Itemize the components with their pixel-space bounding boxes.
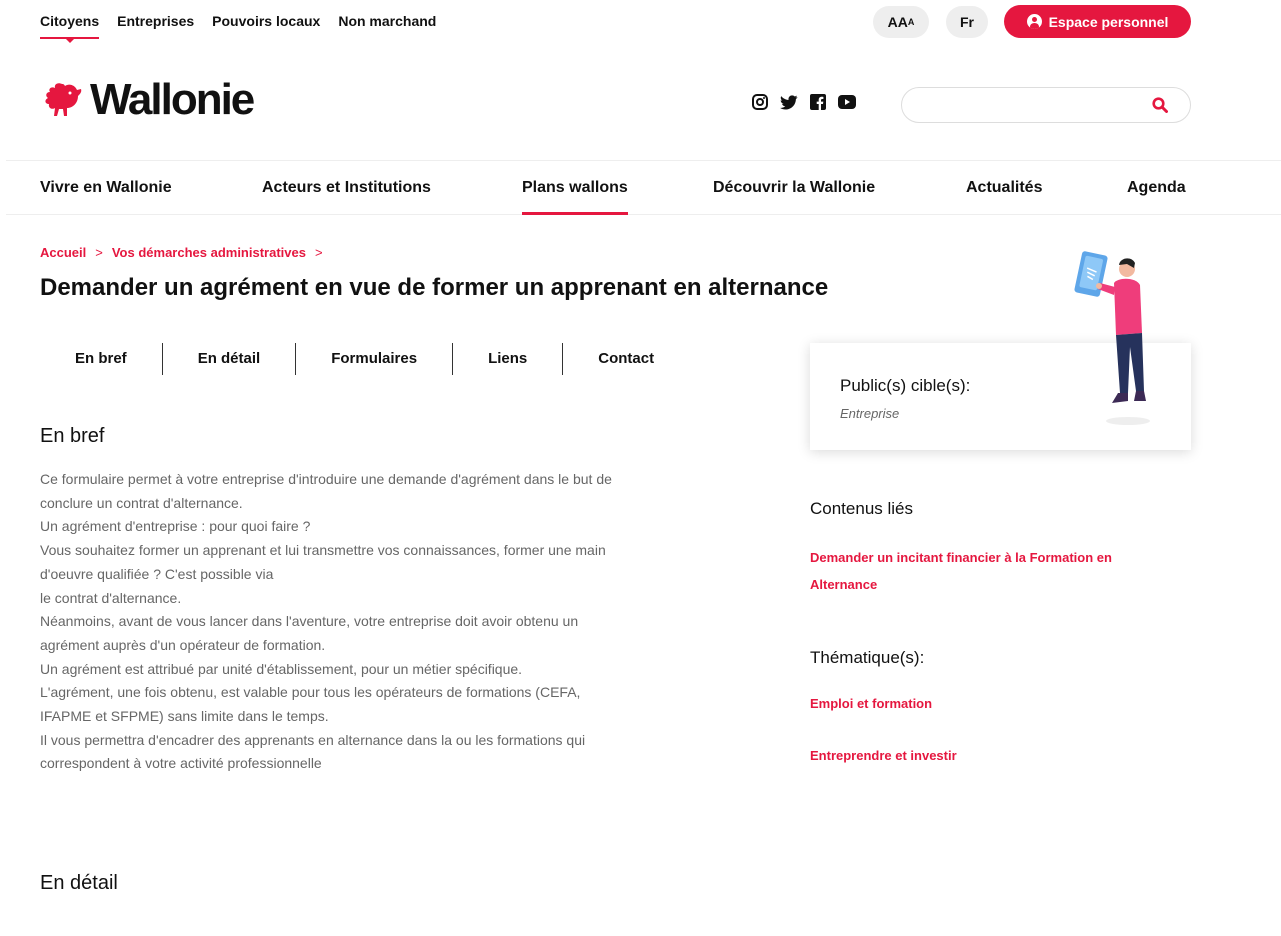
user-icon	[1026, 14, 1042, 29]
paragraph-line: IFAPME et SFPME) sans limite dans le tem…	[40, 708, 329, 725]
tab-en-bref[interactable]: En bref	[40, 343, 163, 375]
espace-personnel-button[interactable]: Espace personnel	[1004, 5, 1191, 38]
breadcrumb-accueil[interactable]: Accueil	[40, 245, 86, 260]
page-title: Demander un agrément en vue de former un…	[40, 274, 829, 301]
public-cible-value: Entreprise	[840, 406, 900, 421]
search-icon[interactable]	[1152, 97, 1168, 118]
en-bref-text: Ce formulaire permet à votre entreprise …	[40, 468, 720, 776]
section-title-en-detail: En détail	[40, 872, 118, 894]
public-cible-title: Public(s) cible(s):	[840, 376, 971, 395]
paragraph-line: agrément auprès d'un opérateur de format…	[40, 636, 326, 653]
facebook-icon[interactable]	[809, 93, 827, 111]
nav-actualites[interactable]: Actualités	[966, 179, 1042, 197]
paragraph-line: le contrat d'alternance.	[40, 589, 182, 606]
search-input[interactable]	[918, 88, 1148, 122]
contenus-lies-title: Contenus liés	[810, 499, 914, 518]
language-button[interactable]: Fr	[946, 6, 988, 38]
audience-entreprises[interactable]: Entreprises	[117, 13, 194, 29]
content-tabs: En bref En détail Formulaires Liens Cont…	[40, 343, 689, 375]
paragraph-line: Ce formulaire permet à votre entreprise …	[40, 471, 612, 487]
paragraph-line: Un agrément est attribué par unité d'éta…	[40, 660, 523, 677]
social-links	[751, 93, 856, 111]
audience-nav: Citoyens Entreprises Pouvoirs locaux Non…	[40, 13, 436, 43]
nav-acteurs-et-institutions[interactable]: Acteurs et Institutions	[262, 179, 431, 197]
paragraph-line: Vous souhaitez former un apprenant et lu…	[40, 542, 606, 559]
nav-agenda[interactable]: Agenda	[1127, 179, 1186, 197]
font-size-button[interactable]: AA A	[873, 6, 929, 38]
paragraph-line: conclure un contrat d'alternance.	[40, 494, 243, 511]
font-size-small: A	[907, 17, 915, 27]
twitter-icon[interactable]	[780, 93, 798, 111]
espace-personnel-label: Espace personnel	[1048, 13, 1169, 30]
breadcrumb-demarches[interactable]: Vos démarches administratives	[112, 245, 306, 260]
nav-vivre-en-wallonie[interactable]: Vivre en Wallonie	[40, 179, 172, 197]
audience-pouvoirs-locaux[interactable]: Pouvoirs locaux	[212, 13, 320, 29]
paragraph-line: d'oeuvre qualifiée ? C'est possible via	[40, 565, 274, 582]
rooster-icon	[45, 83, 82, 116]
paragraph-line: Néanmoins, avant de vous lancer dans l'a…	[40, 613, 579, 630]
section-title-en-bref: En bref	[40, 425, 105, 447]
top-bar: Citoyens Entreprises Pouvoirs locaux Non…	[0, 0, 1281, 44]
breadcrumb: Accueil > Vos démarches administratives …	[40, 245, 323, 260]
contenu-lie-link[interactable]: Demander un incitant financier à la Form…	[810, 544, 1180, 598]
audience-non-marchand[interactable]: Non marchand	[338, 13, 436, 29]
thematique-link-emploi[interactable]: Emploi et formation	[810, 690, 1180, 717]
youtube-icon[interactable]	[838, 93, 856, 111]
tab-en-detail[interactable]: En détail	[163, 343, 297, 375]
search-box	[901, 87, 1191, 123]
paragraph-line: Un agrément d'entreprise : pour quoi fai…	[40, 518, 311, 535]
nav-plans-wallons[interactable]: Plans wallons	[522, 179, 628, 215]
paragraph-line: L'agrément, une fois obtenu, est valable…	[40, 684, 581, 701]
paragraph-line: correspondent à votre activité professio…	[40, 755, 322, 772]
tab-liens[interactable]: Liens	[453, 343, 564, 375]
thematique-link-entreprendre[interactable]: Entreprendre et investir	[810, 742, 1180, 769]
nav-decouvrir-la-wallonie[interactable]: Découvrir la Wallonie	[713, 179, 875, 197]
paragraph-line: Il vous permettra d'encadrer des apprena…	[40, 731, 586, 748]
breadcrumb-separator: >	[95, 245, 103, 260]
font-size-label: AA	[887, 14, 908, 30]
audience-citoyens[interactable]: Citoyens	[40, 13, 100, 43]
logo-text: Wallonie	[90, 75, 255, 124]
tab-contact[interactable]: Contact	[563, 343, 689, 375]
thematiques-title: Thématique(s):	[810, 648, 925, 667]
main-nav: Vivre en Wallonie Acteurs et Institution…	[6, 160, 1281, 215]
person-tablet-illustration	[1074, 251, 1150, 425]
wallonie-logo[interactable]: Wallonie	[40, 75, 255, 124]
tab-formulaires[interactable]: Formulaires	[296, 343, 454, 375]
instagram-icon[interactable]	[751, 93, 769, 111]
breadcrumb-separator: >	[314, 245, 323, 260]
